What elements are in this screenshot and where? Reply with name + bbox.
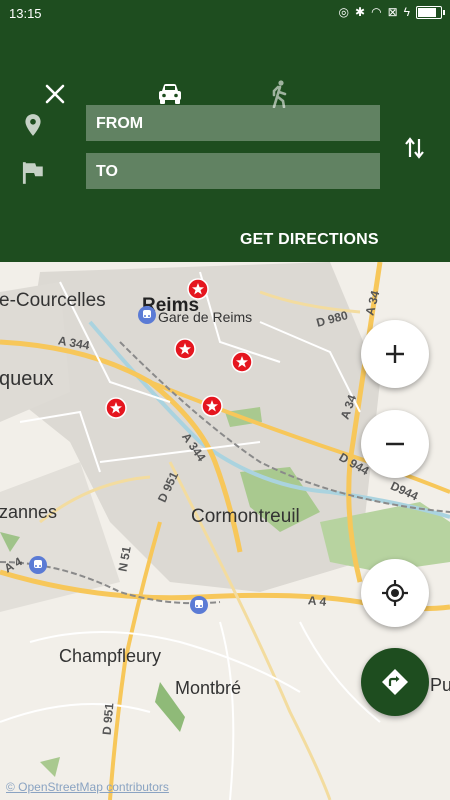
battery-icon bbox=[416, 5, 445, 19]
flag-icon bbox=[22, 162, 43, 184]
plus-icon bbox=[386, 345, 404, 363]
location-pin-icon bbox=[25, 114, 41, 136]
directions-panel: FROM TO GET DIRECTIONS bbox=[0, 26, 450, 262]
directions-icon bbox=[382, 669, 408, 695]
place-label: queux bbox=[0, 368, 54, 390]
poi-star-marker-icon[interactable] bbox=[174, 338, 196, 360]
status-bar: 13:15 ◎ ✱ ◠ ⊠ ϟ bbox=[0, 0, 450, 26]
status-icons: ◎ ✱ ◠ ⊠ ϟ bbox=[338, 5, 445, 19]
get-directions-button[interactable]: GET DIRECTIONS bbox=[240, 231, 379, 249]
place-label: Gare de Reims bbox=[158, 309, 253, 325]
train-station-icon[interactable] bbox=[190, 596, 208, 614]
crosshair-icon bbox=[382, 580, 408, 606]
wifi-icon: ◠ bbox=[371, 5, 382, 19]
my-location-button[interactable] bbox=[361, 559, 429, 627]
to-field[interactable]: TO bbox=[86, 153, 380, 189]
close-icon bbox=[45, 84, 65, 104]
minus-icon bbox=[386, 442, 404, 446]
train-station-icon[interactable] bbox=[29, 556, 47, 574]
sim-icon: ⊠ bbox=[387, 5, 398, 19]
bluetooth-icon: ✱ bbox=[355, 5, 366, 19]
poi-star-marker-icon[interactable] bbox=[105, 397, 127, 419]
train-station-icon[interactable] bbox=[138, 306, 156, 324]
swap-button[interactable] bbox=[402, 135, 428, 161]
road-label: D 951 bbox=[99, 702, 117, 736]
map-view[interactable]: e-Courcelles Reims Gare de Reims queux z… bbox=[0, 262, 450, 800]
place-label: Champfleury bbox=[59, 646, 162, 666]
attribution-link[interactable]: © OpenStreetMap contributors bbox=[6, 780, 169, 794]
close-button[interactable] bbox=[37, 76, 73, 112]
swap-icon bbox=[405, 137, 424, 159]
zoom-in-button[interactable] bbox=[361, 320, 429, 388]
walk-icon bbox=[272, 80, 287, 108]
place-label: Cormontreuil bbox=[191, 506, 300, 527]
map-attribution[interactable]: © OpenStreetMap contributors bbox=[6, 780, 169, 794]
place-label: Montbré bbox=[175, 678, 242, 698]
zoom-out-button[interactable] bbox=[361, 410, 429, 478]
status-time: 13:15 bbox=[9, 6, 42, 21]
road-label: A 4 bbox=[307, 593, 327, 609]
place-label: zannes bbox=[0, 502, 58, 522]
place-label: e-Courcelles bbox=[0, 290, 106, 311]
directions-button[interactable] bbox=[361, 648, 429, 716]
charging-icon: ϟ bbox=[403, 5, 410, 19]
from-field[interactable]: FROM bbox=[86, 105, 380, 141]
place-label: Pu bbox=[430, 675, 450, 695]
poi-star-marker-icon[interactable] bbox=[231, 351, 253, 373]
poi-star-marker-icon[interactable] bbox=[187, 278, 209, 300]
poi-star-marker-icon[interactable] bbox=[201, 395, 223, 417]
car-icon bbox=[159, 84, 181, 104]
hotspot-icon: ◎ bbox=[338, 5, 350, 19]
